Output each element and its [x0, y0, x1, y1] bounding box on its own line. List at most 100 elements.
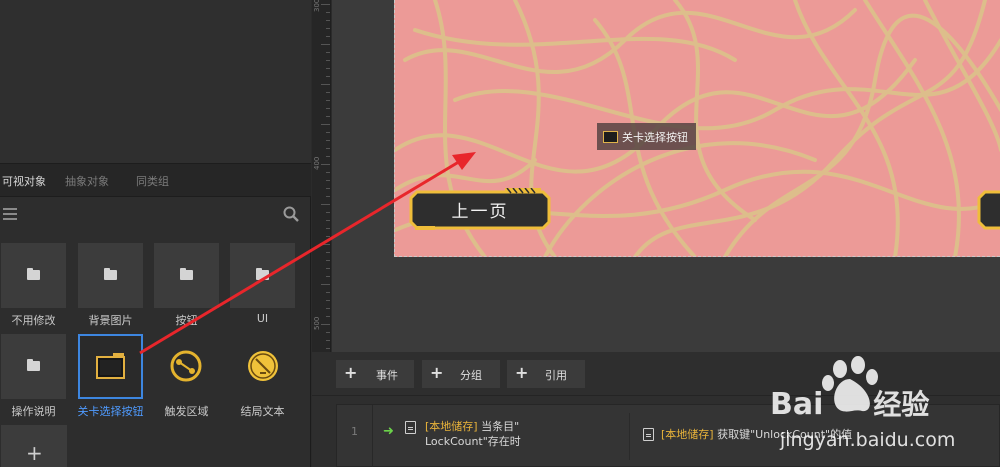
baidu-watermark: Bai 经验 jingyan.baidu.com	[750, 355, 1000, 467]
button-frame-icon	[977, 190, 1000, 230]
trigger-area-icon	[170, 350, 202, 382]
search-icon[interactable]	[283, 206, 299, 222]
local-storage-icon	[643, 428, 654, 441]
layout-canvas[interactable]: 关卡选择按钮 上一页	[332, 0, 1000, 352]
asset-thumb	[78, 243, 143, 308]
ruler-tick	[321, 124, 330, 125]
asset-ending-text[interactable]: 结局文本	[230, 334, 295, 418]
ruler-tick	[326, 236, 330, 237]
ruler-tick	[321, 204, 330, 205]
add-reference-button[interactable]: + 引用	[507, 360, 585, 388]
asset-thumb	[78, 334, 143, 399]
ruler-tick	[326, 100, 330, 101]
ruler-tick	[326, 252, 330, 253]
ruler-tick	[326, 156, 330, 157]
asset-label: 操作说明	[11, 405, 56, 418]
ruler-tick	[326, 300, 330, 301]
asset-label: 关卡选择按钮	[77, 405, 144, 418]
vertical-ruler: 300 400 500	[312, 0, 331, 352]
game-stage[interactable]: 关卡选择按钮 上一页	[394, 0, 1000, 257]
ruler-tick	[326, 188, 330, 189]
ruler-tick	[326, 52, 330, 53]
plus-icon: +	[344, 363, 358, 382]
add-asset-button[interactable]: +	[1, 425, 67, 467]
asset-level-select-button[interactable]: 关卡选择按钮	[78, 334, 144, 418]
folder-icon	[104, 268, 117, 280]
project-panel: 可视对象 抽象对象 同类组 不用修改 背景图片 按钮 UI 操作说明 关卡选择按…	[0, 0, 311, 467]
object-tabs: 可视对象 抽象对象 同类组	[0, 163, 311, 197]
ruler-tick	[326, 340, 330, 341]
add-event-button[interactable]: + 事件	[336, 360, 414, 388]
asset-label: 按钮	[175, 314, 198, 327]
sprite-mini-icon	[603, 130, 618, 143]
ruler-tick	[321, 44, 330, 45]
asset-folder-no-modify[interactable]: 不用修改	[1, 243, 66, 327]
ruler-tick	[321, 324, 330, 325]
event-row-number: 1	[337, 405, 373, 467]
tab-abstract-objects[interactable]: 抽象对象	[65, 173, 109, 189]
plus-icon: +	[430, 363, 444, 382]
asset-thumb	[1, 243, 66, 308]
ruler-tick	[326, 92, 330, 93]
add-group-label: 分组	[460, 369, 482, 382]
ruler-tick	[326, 212, 330, 213]
editor-window: 可视对象 抽象对象 同类组 不用修改 背景图片 按钮 UI 操作说明 关卡选择按…	[0, 0, 1000, 467]
ruler-tick	[321, 84, 330, 85]
ruler-tick	[326, 180, 330, 181]
next-page-button[interactable]	[977, 188, 1000, 232]
ruler-tick	[326, 20, 330, 21]
folder-icon	[27, 359, 40, 371]
local-storage-icon	[405, 421, 416, 434]
asset-thumb	[230, 334, 295, 399]
asset-thumb	[154, 334, 219, 399]
ruler-tick	[326, 348, 330, 349]
asset-trigger-area[interactable]: 触发区域	[154, 334, 219, 418]
folder-icon	[256, 268, 269, 280]
ruler-tick	[326, 68, 330, 69]
tab-same-type-group[interactable]: 同类组	[136, 173, 169, 189]
tooltip-label: 关卡选择按钮	[622, 130, 688, 144]
ruler-tick	[326, 316, 330, 317]
object-name-tooltip: 关卡选择按钮	[597, 123, 696, 150]
ruler-tick	[321, 284, 330, 285]
prev-page-label: 上一页	[451, 202, 509, 222]
ruler-tick	[326, 220, 330, 221]
condition-text[interactable]: [本地储存] 当条目" LockCount"存在时	[425, 419, 521, 449]
ruler-tick	[326, 148, 330, 149]
asset-folder-buttons[interactable]: 按钮	[154, 243, 219, 327]
asset-label: 背景图片	[88, 314, 133, 327]
prev-page-button[interactable]: 上一页	[409, 188, 551, 232]
asset-thumb	[230, 243, 295, 308]
ruler-tick	[326, 268, 330, 269]
ruler-tick	[326, 308, 330, 309]
divider	[629, 413, 630, 460]
ruler-tick	[321, 244, 330, 245]
add-group-button[interactable]: + 分组	[422, 360, 500, 388]
asset-folder-instructions[interactable]: 操作说明	[1, 334, 66, 418]
ruler-label: 400	[313, 156, 321, 170]
condition-arrow-icon: ➜	[383, 424, 394, 439]
ruler-tick	[326, 36, 330, 37]
preview-area	[0, 0, 311, 163]
asset-label: 触发区域	[164, 405, 209, 418]
ruler-tick	[326, 12, 330, 13]
ruler-tick	[326, 228, 330, 229]
asset-folder-ui[interactable]: UI	[230, 243, 295, 325]
ruler-label: 300	[313, 0, 321, 12]
ruler-tick	[321, 164, 330, 165]
asset-label: 不用修改	[11, 314, 56, 327]
ruler-tick	[326, 140, 330, 141]
ruler-tick	[326, 116, 330, 117]
ruler-tick	[321, 4, 330, 5]
watermark-brand: Bai 经验	[770, 387, 930, 422]
watermark-url: jingyan.baidu.com	[780, 429, 956, 451]
add-reference-label: 引用	[545, 369, 567, 382]
asset-folder-background[interactable]: 背景图片	[78, 243, 143, 327]
list-view-icon[interactable]	[3, 208, 18, 220]
folder-icon	[180, 268, 193, 280]
ruler-label: 500	[313, 316, 321, 330]
ruler-tick	[326, 76, 330, 77]
sprite-thumbnail-icon	[96, 353, 125, 379]
add-event-label: 事件	[376, 369, 398, 382]
tab-visual-objects[interactable]: 可视对象	[2, 173, 46, 189]
